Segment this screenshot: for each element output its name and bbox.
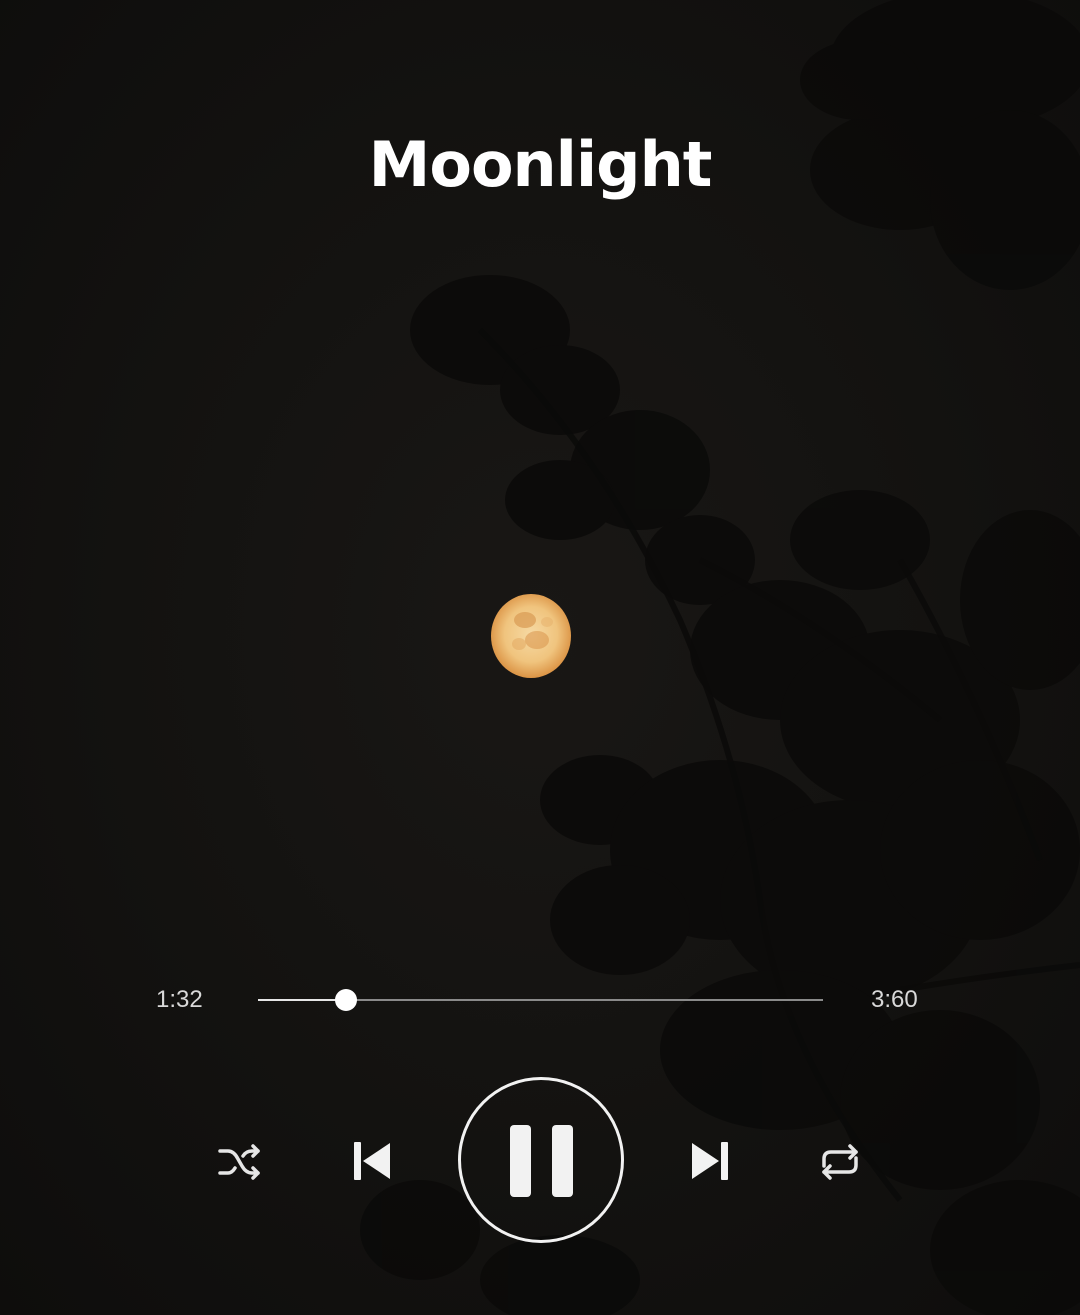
progress-thumb[interactable] (334, 989, 357, 1011)
pause-icon (510, 1125, 573, 1197)
total-time: 3:60 (871, 986, 918, 1013)
progress-bar[interactable] (258, 989, 823, 1011)
skip-previous-icon (354, 1142, 390, 1180)
elapsed-time: 1:32 (156, 986, 203, 1013)
previous-button[interactable] (352, 1140, 392, 1182)
moon-image (491, 594, 571, 678)
skip-next-icon (692, 1142, 728, 1180)
music-player-screen: Moonlight 1:32 3:60 (0, 0, 1080, 1315)
song-title: Moonlight (368, 128, 713, 201)
shuffle-icon (218, 1144, 260, 1180)
repeat-button[interactable] (816, 1142, 864, 1182)
next-button[interactable] (690, 1140, 730, 1182)
repeat-icon (822, 1144, 858, 1180)
progress-fill (258, 999, 346, 1001)
shuffle-button[interactable] (216, 1142, 262, 1182)
